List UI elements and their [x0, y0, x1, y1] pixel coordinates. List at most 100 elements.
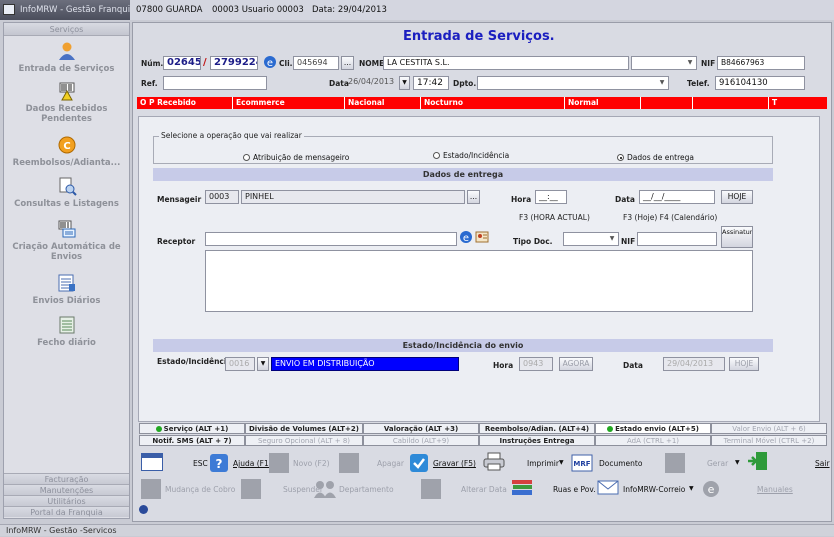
estado-value-field[interactable]: ENVIO EM DISTRIBUIÇÃO — [271, 357, 459, 371]
receptor-field[interactable] — [205, 232, 457, 246]
tab-divisao-volumes[interactable]: Divisão de Volumes (ALT+2) — [245, 423, 363, 434]
estado-data-field[interactable]: 29/04/2013 — [663, 357, 725, 371]
esc-button[interactable]: ESC — [193, 459, 208, 468]
gerar-button[interactable]: Gerar — [707, 459, 728, 468]
nome-extra-field[interactable]: ▼ — [631, 56, 697, 70]
transfer-icon[interactable] — [141, 479, 161, 499]
save-check-icon[interactable] — [409, 453, 429, 473]
ajuda-button[interactable]: Ajuda (F1) — [233, 459, 272, 468]
gerar-dropdown[interactable]: ▼ — [735, 459, 740, 466]
imprimir-dropdown[interactable]: ▼ — [559, 459, 564, 466]
tab-terminal-movel[interactable]: Terminal Móvel (CTRL +2) — [711, 435, 827, 446]
delete-icon[interactable] — [339, 453, 359, 473]
hoje-button[interactable]: HOJE — [721, 190, 753, 204]
sidebar-item-consultas[interactable]: Consultas e Listagens — [4, 176, 129, 209]
mensageiro-lookup-button[interactable]: ... — [467, 190, 480, 204]
correio-button[interactable]: InfoMRW-Correio — [623, 485, 685, 494]
esc-icon[interactable] — [141, 453, 163, 471]
exit-door-icon[interactable] — [747, 451, 769, 471]
tab-notif-sms[interactable]: Notif. SMS (ALT + 7) — [139, 435, 245, 446]
num-field-a[interactable]: 02645 — [163, 56, 201, 70]
receptor-nif-field[interactable] — [637, 232, 717, 246]
sidebar-item-entrada-servicos[interactable]: Entrada de Serviços — [4, 41, 129, 74]
contact-card-icon[interactable] — [475, 230, 489, 244]
suspend-icon[interactable] — [241, 479, 261, 499]
sidebar-item-dados-recebidos[interactable]: Dados Recebidos Pendentes — [4, 81, 129, 124]
tab-valor-envio[interactable]: Valor Envio (ALT + 6) — [711, 423, 827, 434]
ref-label: Ref. — [141, 79, 158, 88]
tab-ada[interactable]: AdA (CTRL +1) — [595, 435, 711, 446]
tipo-doc-field[interactable]: ▼ — [563, 232, 619, 246]
radio-atribuicao[interactable]: Atribuição de mensageiro — [243, 153, 349, 162]
info-icon[interactable] — [139, 505, 148, 514]
num-field-b[interactable]: 2799224 — [210, 56, 258, 70]
books-icon[interactable] — [511, 477, 533, 497]
sidebar-item-label: Dados Recebidos Pendentes — [25, 104, 108, 124]
entrega-data-field[interactable]: __/__/____ — [639, 190, 715, 204]
agency-label: 07800 GUARDA — [136, 5, 203, 15]
telef-field[interactable]: 916104130 — [715, 76, 805, 90]
estado-hora-field[interactable]: 0943 — [519, 357, 553, 371]
time-field[interactable]: 17:42 — [413, 76, 449, 90]
ref-field[interactable] — [163, 76, 267, 90]
sidebar-item-criacao-automatica[interactable]: Criação Automática de Envios — [4, 219, 129, 262]
alterar-data-button[interactable]: Alterar Data — [461, 485, 507, 494]
estado-code-field[interactable]: 0016 — [225, 357, 255, 371]
apagar-button[interactable]: Apagar — [377, 459, 404, 468]
data-field[interactable]: 26/04/2013 — [345, 76, 397, 90]
tab-estado-envio[interactable]: Estado envio (ALT+5) — [595, 423, 711, 434]
tab-servico[interactable]: Serviço (ALT +1) — [139, 423, 245, 434]
departamento-button[interactable]: Departamento — [339, 485, 394, 494]
gravar-button[interactable]: Gravar (F5) — [433, 459, 476, 468]
documento-button[interactable]: Documento — [599, 459, 642, 468]
tab-seguro-opcional[interactable]: Seguro Opcional (ALT + 8) — [245, 435, 363, 446]
sidebar-item-reembolsos[interactable]: C Reembolsos/Adianta... — [4, 135, 129, 168]
correio-dropdown[interactable]: ▼ — [689, 485, 694, 492]
hora-field[interactable]: __:__ — [535, 190, 567, 204]
cli-lookup-button[interactable]: ... — [341, 56, 354, 70]
cli-field[interactable]: 045694 — [293, 56, 339, 70]
document-icon[interactable]: MRF — [571, 453, 593, 473]
change-date-icon[interactable] — [421, 479, 441, 499]
sidebar-item-fecho-diario[interactable]: Fecho diário — [4, 315, 129, 348]
mensageiro-name-field[interactable]: PINHEL — [241, 190, 465, 204]
sidebar-section-manutencoes[interactable]: Manutenções — [4, 484, 129, 495]
nome-field[interactable]: LA CESTITA S.L. — [383, 56, 629, 70]
estado-hoje-button[interactable]: HOJE — [729, 357, 759, 371]
mensageiro-code-field[interactable]: 0003 — [205, 190, 239, 204]
sidebar-header[interactable]: Serviços — [4, 23, 129, 36]
ruas-button[interactable]: Ruas e Pov. — [553, 485, 596, 494]
people-icon[interactable] — [313, 479, 337, 499]
ie-icon[interactable]: e — [263, 55, 277, 69]
agora-button[interactable]: AGORA — [559, 357, 593, 371]
tab-instrucoes-entrega[interactable]: Instruções Entrega — [479, 435, 595, 446]
radio-dados-entrega[interactable]: Dados de entrega — [617, 153, 694, 162]
mudanca-cobro-button[interactable]: Mudança de Cobro — [165, 485, 235, 494]
radio-indicator-selected — [617, 154, 624, 161]
generate-icon[interactable] — [665, 453, 685, 473]
help-icon[interactable]: ? — [209, 453, 229, 473]
new-icon[interactable] — [269, 453, 289, 473]
printer-icon[interactable] — [483, 451, 505, 471]
nif-field[interactable]: B84667963 — [717, 56, 805, 70]
dpto-field[interactable]: ▼ — [477, 76, 669, 90]
observations-textarea[interactable] — [205, 250, 753, 312]
tab-reembolso[interactable]: Reembolso/Adian. (ALT+4) — [479, 423, 595, 434]
imprimir-button[interactable]: Imprimir — [527, 459, 559, 468]
novo-button[interactable]: Novo (F2) — [293, 459, 330, 468]
data-dropdown[interactable]: ▼ — [399, 76, 410, 90]
manuales-button[interactable]: Manuales — [757, 485, 793, 494]
manuals-icon[interactable]: e — [701, 479, 721, 499]
estado-dropdown[interactable]: ▼ — [257, 357, 269, 371]
sidebar-item-envios-diarios[interactable]: Envios Diários — [4, 273, 129, 306]
ie-icon[interactable]: e — [459, 230, 473, 244]
sidebar-section-portal[interactable]: Portal da Franquia — [4, 506, 129, 517]
tab-valoracao[interactable]: Valoração (ALT +3) — [363, 423, 479, 434]
tab-cabildo[interactable]: Cabildo (ALT+9) — [363, 435, 479, 446]
sidebar-section-utilitarios[interactable]: Utilitários — [4, 495, 129, 506]
sidebar-section-facturacao[interactable]: Facturação — [4, 473, 129, 484]
sair-button[interactable]: Sair — [815, 459, 830, 468]
mail-icon[interactable] — [597, 477, 619, 497]
assinatura-button[interactable]: Assinatura — [721, 226, 753, 248]
radio-estado[interactable]: Estado/Incidência — [433, 151, 509, 160]
